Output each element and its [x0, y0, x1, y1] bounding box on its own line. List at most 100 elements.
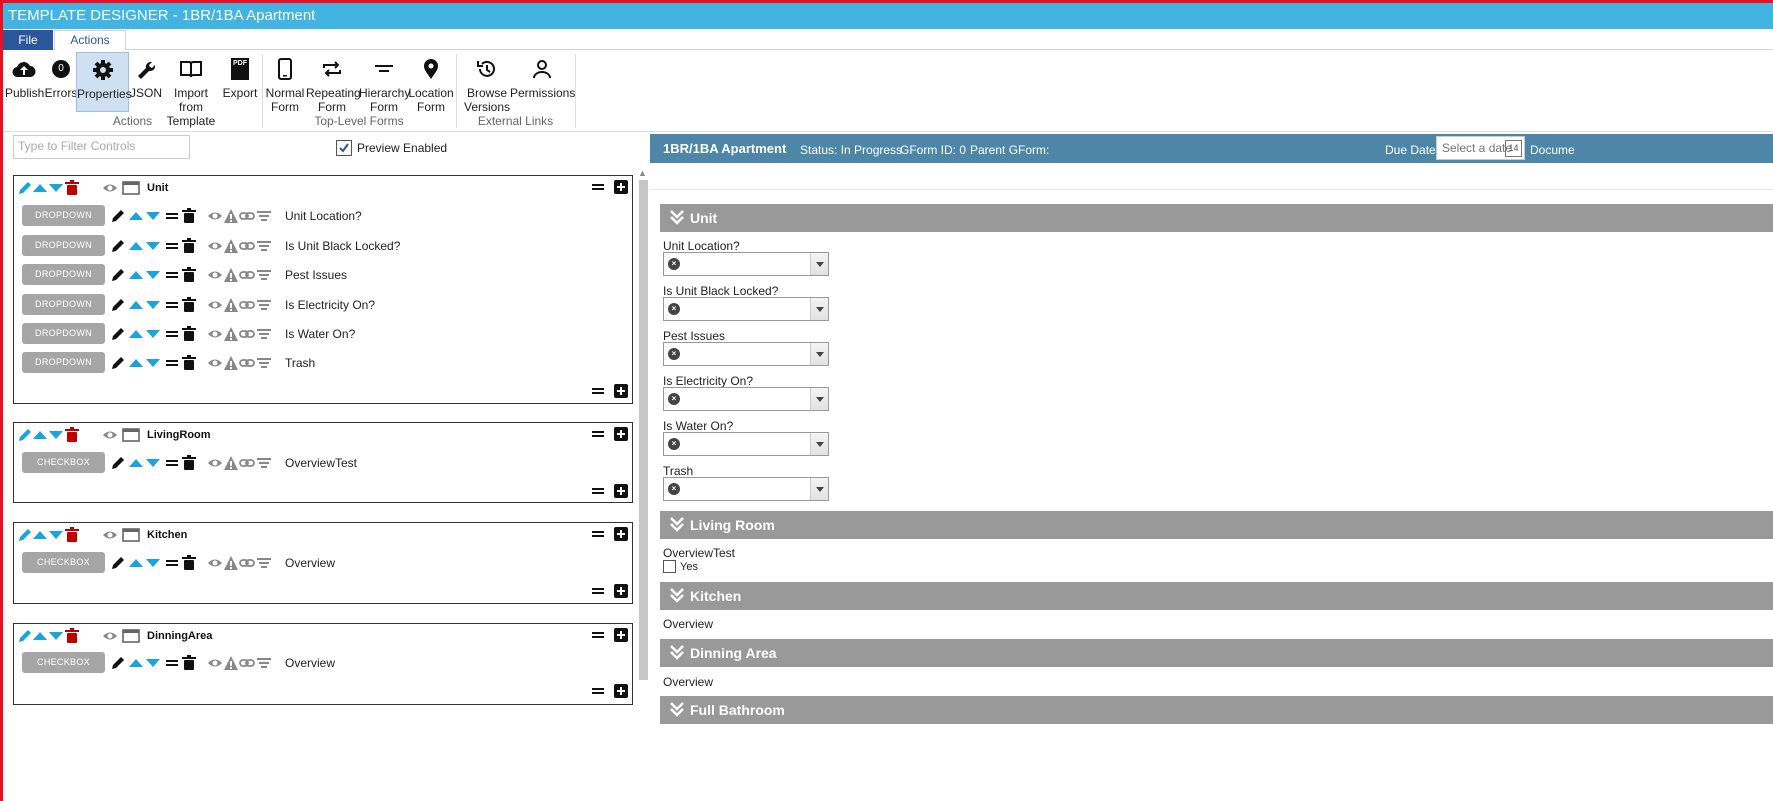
link-icon[interactable]: [239, 555, 255, 571]
edit-control-icon[interactable]: [110, 326, 126, 342]
move-down-icon[interactable]: [145, 267, 161, 283]
reorder-handle-icon[interactable]: [165, 455, 179, 471]
visibility-icon[interactable]: [207, 238, 223, 254]
yes-checkbox[interactable]: [663, 560, 676, 573]
control-type-button[interactable]: DROPDOWN: [22, 323, 105, 344]
warning-icon[interactable]: [223, 267, 239, 283]
warning-icon[interactable]: [223, 355, 239, 371]
delete-section-icon[interactable]: [64, 527, 80, 543]
preview-group-unit[interactable]: Unit: [660, 204, 1773, 232]
errors-button[interactable]: 0 Errors: [44, 52, 78, 100]
link-icon[interactable]: [239, 238, 255, 254]
visibility-icon[interactable]: [207, 326, 223, 342]
visibility-icon[interactable]: [207, 355, 223, 371]
move-up-icon[interactable]: [128, 355, 144, 371]
edit-section-icon[interactable]: [17, 527, 33, 543]
field-dropdown[interactable]: ×: [663, 342, 829, 366]
link-icon[interactable]: [239, 455, 255, 471]
edit-control-icon[interactable]: [110, 655, 126, 671]
filter-icon[interactable]: [256, 297, 272, 313]
publish-button[interactable]: Publish: [5, 52, 44, 100]
edit-section-icon[interactable]: [17, 628, 33, 644]
move-down-icon[interactable]: [145, 238, 161, 254]
designer-scrollbar[interactable]: ▲: [637, 168, 649, 683]
move-down-icon[interactable]: [48, 427, 64, 443]
move-up-icon[interactable]: [128, 238, 144, 254]
edit-control-icon[interactable]: [110, 297, 126, 313]
filter-controls-input[interactable]: Type to Filter Controls: [13, 135, 190, 159]
clear-icon[interactable]: ×: [668, 393, 680, 405]
visibility-icon[interactable]: [207, 455, 223, 471]
control-type-button[interactable]: DROPDOWN: [22, 352, 105, 373]
reorder-handle-icon[interactable]: [591, 583, 605, 599]
warning-icon[interactable]: [223, 238, 239, 254]
properties-button[interactable]: Properties: [76, 52, 132, 112]
window-icon[interactable]: [122, 427, 140, 443]
add-control-icon[interactable]: [614, 384, 628, 398]
control-type-button[interactable]: DROPDOWN: [22, 294, 105, 315]
clear-icon[interactable]: ×: [668, 303, 680, 315]
export-button[interactable]: PDF Export: [222, 52, 258, 100]
visibility-icon[interactable]: [207, 267, 223, 283]
link-icon[interactable]: [239, 326, 255, 342]
browse-versions-button[interactable]: Browse Versions: [461, 52, 513, 114]
delete-control-icon[interactable]: [181, 267, 197, 283]
move-up-icon[interactable]: [32, 527, 48, 543]
edit-section-icon[interactable]: [17, 180, 33, 196]
delete-control-icon[interactable]: [181, 355, 197, 371]
move-down-icon[interactable]: [145, 555, 161, 571]
reorder-handle-icon[interactable]: [165, 238, 179, 254]
warning-icon[interactable]: [223, 326, 239, 342]
link-icon[interactable]: [239, 655, 255, 671]
clear-icon[interactable]: ×: [668, 258, 680, 270]
clear-icon[interactable]: ×: [668, 483, 680, 495]
reorder-handle-icon[interactable]: [591, 483, 605, 499]
delete-control-icon[interactable]: [181, 555, 197, 571]
warning-icon[interactable]: [223, 208, 239, 224]
move-down-icon[interactable]: [48, 180, 64, 196]
link-icon[interactable]: [239, 297, 255, 313]
warning-icon[interactable]: [223, 555, 239, 571]
filter-icon[interactable]: [256, 208, 272, 224]
delete-section-icon[interactable]: [64, 427, 80, 443]
move-down-icon[interactable]: [48, 628, 64, 644]
control-type-button[interactable]: CHECKBOX: [22, 652, 105, 673]
filter-icon[interactable]: [256, 555, 272, 571]
move-down-icon[interactable]: [145, 655, 161, 671]
visibility-icon[interactable]: [207, 555, 223, 571]
tab-file[interactable]: File: [3, 30, 53, 50]
reorder-handle-icon[interactable]: [165, 655, 179, 671]
edit-control-icon[interactable]: [110, 555, 126, 571]
calendar-icon[interactable]: 14: [1505, 140, 1522, 157]
clear-icon[interactable]: ×: [668, 348, 680, 360]
visibility-icon[interactable]: [207, 655, 223, 671]
visibility-icon[interactable]: [102, 180, 118, 196]
chevron-down-icon[interactable]: [810, 343, 828, 365]
repeating-form-button[interactable]: Repeating Form: [306, 52, 361, 114]
delete-control-icon[interactable]: [181, 455, 197, 471]
move-down-icon[interactable]: [48, 527, 64, 543]
edit-control-icon[interactable]: [110, 455, 126, 471]
move-up-icon[interactable]: [32, 628, 48, 644]
control-type-button[interactable]: CHECKBOX: [22, 452, 105, 473]
control-type-button[interactable]: CHECKBOX: [22, 552, 105, 573]
add-control-icon[interactable]: [614, 484, 628, 498]
delete-section-icon[interactable]: [64, 628, 80, 644]
control-type-button[interactable]: DROPDOWN: [22, 264, 105, 285]
move-up-icon[interactable]: [32, 180, 48, 196]
control-type-button[interactable]: DROPDOWN: [22, 235, 105, 256]
field-dropdown[interactable]: ×: [663, 252, 829, 276]
move-up-icon[interactable]: [128, 297, 144, 313]
preview-group-full-bathroom[interactable]: Full Bathroom: [660, 696, 1773, 724]
filter-icon[interactable]: [256, 238, 272, 254]
tab-actions[interactable]: Actions: [54, 30, 126, 51]
link-icon[interactable]: [239, 208, 255, 224]
edit-control-icon[interactable]: [110, 267, 126, 283]
delete-section-icon[interactable]: [64, 180, 80, 196]
permissions-button[interactable]: Permissions: [510, 52, 575, 100]
json-button[interactable]: JSON: [130, 52, 162, 100]
yes-checkbox-option[interactable]: Yes: [663, 560, 698, 573]
visibility-icon[interactable]: [102, 527, 118, 543]
chevron-down-icon[interactable]: [810, 253, 828, 275]
scroll-up-arrow[interactable]: ▲: [638, 168, 647, 178]
